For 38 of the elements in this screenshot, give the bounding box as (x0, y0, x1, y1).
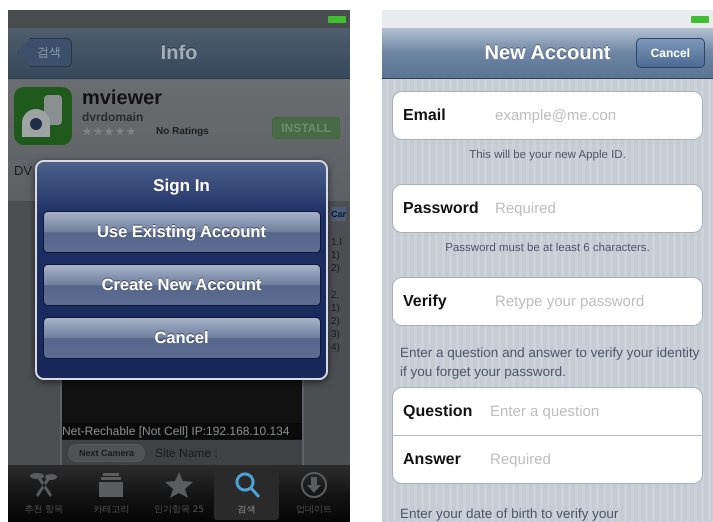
next-camera-button[interactable]: Next Camera (68, 444, 146, 462)
app-icon (14, 87, 72, 145)
back-button[interactable]: 검색 (18, 38, 72, 67)
dialog-button[interactable]: Cancel (42, 317, 320, 359)
text-field[interactable]: example@me.con (493, 106, 692, 125)
field-label: Verify (403, 292, 448, 310)
hint-text: Password must be at least 6 characters. (444, 242, 651, 254)
star-icon (164, 471, 194, 499)
tab-item[interactable]: 업데이트 (281, 467, 347, 520)
dialog-button[interactable]: Create New Account (42, 264, 320, 306)
network-status-text: Net-Rechable [Not Cell] IP:192.168.10.134 (62, 423, 302, 439)
text-field[interactable]: Required (493, 199, 692, 218)
tab-item[interactable]: 인기항목 25 (146, 467, 212, 520)
hint-text: This will be your new Apple ID. (468, 149, 627, 161)
explanation-text: Enter your date of birth to verify your (400, 505, 620, 522)
download-icon (299, 471, 330, 499)
nav-title: New Account (484, 42, 610, 64)
battery-icon (691, 16, 709, 22)
battery-icon (328, 16, 346, 22)
tab-item[interactable]: 추천 항목 (11, 467, 77, 520)
tab-item[interactable]: 카테고리 (78, 467, 144, 520)
dialog-title: Sign In (153, 176, 210, 196)
dialog-button[interactable]: Use Existing Account (42, 211, 320, 253)
field-label: Answer (403, 450, 462, 468)
field-label: Password (403, 200, 480, 218)
app-name: mviewer (82, 87, 164, 110)
explanation-text: Enter a question and answer to verify your identity if you forget your password. (400, 344, 700, 381)
text-field[interactable]: Enter a question (488, 402, 692, 421)
rating-label: No Ratings (156, 126, 209, 137)
cancel-button[interactable]: Cancel (636, 38, 705, 68)
field-label: Question (403, 402, 474, 420)
field-label: Email (403, 106, 447, 124)
description-text: DV (14, 163, 34, 178)
nav-title: Info (160, 42, 198, 64)
developer-name: dvrdomain (82, 110, 144, 124)
text-field[interactable]: Required (488, 450, 692, 469)
side-header: Car (331, 207, 346, 221)
text-field[interactable]: Retype your password (493, 292, 692, 311)
